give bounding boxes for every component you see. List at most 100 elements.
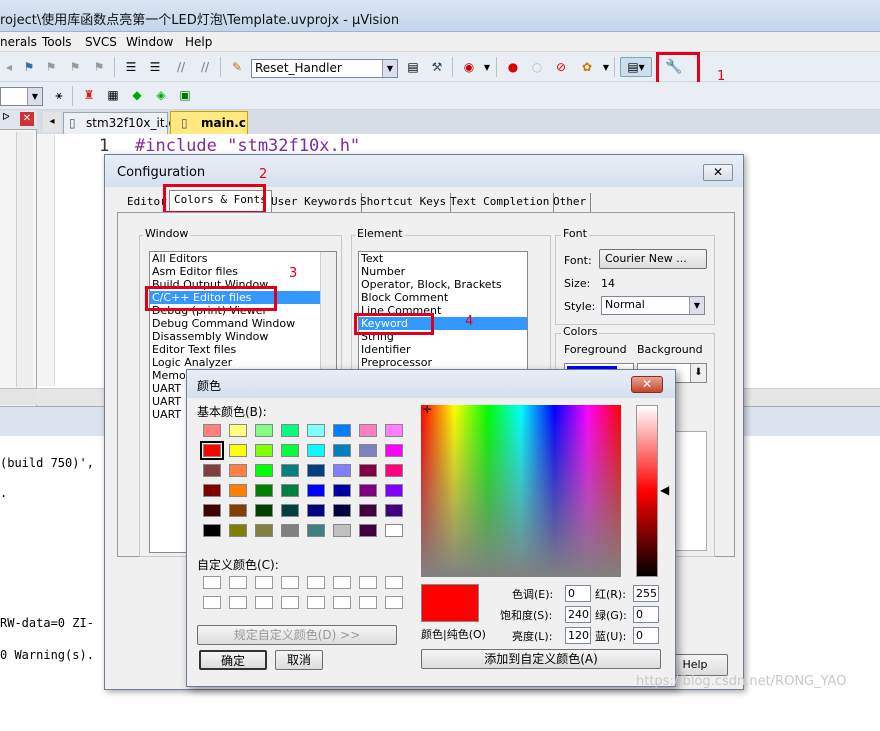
close-icon[interactable]: ✕ [631, 376, 663, 393]
luminance-input[interactable]: 120 [565, 627, 591, 644]
basic-color-swatch[interactable] [229, 504, 247, 517]
list-item[interactable]: All Editors [150, 252, 336, 265]
tab-shortcut-keys[interactable]: Shortcut Keys [356, 193, 452, 212]
list-item[interactable]: Disassembly Window [150, 330, 336, 343]
custom-color-swatch[interactable] [281, 576, 299, 589]
green-input[interactable]: 0 [633, 606, 659, 623]
red-input[interactable]: 255 [633, 585, 659, 602]
list-item[interactable]: Asm Editor files [150, 265, 336, 278]
list-item[interactable]: Number [359, 265, 527, 278]
luminance-pointer-icon[interactable]: ◀ [660, 483, 669, 497]
ok-button[interactable]: 确定 [199, 650, 267, 670]
bookmark-prev-icon[interactable]: ⚑ [42, 58, 60, 76]
custom-color-swatch[interactable] [359, 596, 377, 609]
project-scrollbar[interactable] [16, 132, 33, 387]
custom-color-swatch[interactable] [385, 596, 403, 609]
basic-color-swatch[interactable] [359, 484, 377, 497]
basic-color-swatch[interactable] [229, 464, 247, 477]
chevron-down-icon[interactable]: ⬇ [690, 364, 706, 382]
project-combo[interactable]: ▼ [0, 87, 43, 106]
menu-svcs[interactable]: SVCS [85, 35, 117, 49]
custom-color-swatch[interactable] [307, 576, 325, 589]
basic-color-swatch[interactable] [359, 464, 377, 477]
tab-other[interactable]: Other [549, 193, 592, 212]
basic-color-swatch[interactable] [385, 424, 403, 437]
select-pack-icon[interactable]: ◈ [152, 86, 170, 104]
basic-color-swatch[interactable] [281, 424, 299, 437]
basic-color-swatch[interactable] [307, 524, 325, 537]
basic-color-swatch[interactable] [281, 484, 299, 497]
batch-build-icon[interactable]: ⚹ [50, 86, 68, 104]
indent-icon[interactable]: ☰ [122, 58, 140, 76]
basic-color-swatch[interactable] [333, 424, 351, 437]
basic-color-swatch[interactable] [359, 424, 377, 437]
nav-back-icon[interactable]: ◂ [0, 58, 18, 76]
custom-color-swatch[interactable] [307, 596, 325, 609]
menu-window[interactable]: Window [126, 35, 173, 49]
tab-scroll-icon[interactable]: ◂ [43, 112, 61, 132]
hue-input[interactable]: 0 [565, 585, 591, 602]
basic-color-swatch[interactable] [229, 424, 247, 437]
list-item[interactable]: Text [359, 252, 527, 265]
chevron-down-icon[interactable]: ▼ [478, 58, 496, 76]
breakpoint-all-icon[interactable]: ✿ [578, 58, 596, 76]
color-spectrum[interactable] [421, 405, 621, 577]
basic-color-swatch[interactable] [333, 484, 351, 497]
incremental-find-icon[interactable]: ⚒ [428, 58, 446, 76]
close-icon[interactable]: ✕ [703, 164, 733, 181]
basic-color-swatch[interactable] [203, 464, 221, 477]
custom-color-swatch[interactable] [255, 596, 273, 609]
basic-color-swatch[interactable] [385, 504, 403, 517]
saturation-input[interactable]: 240 [565, 606, 591, 623]
code-line[interactable]: #include "stm32f10x.h" [135, 136, 360, 156]
bookmark-clear-icon[interactable]: ⚑ [90, 58, 108, 76]
chevron-down-icon[interactable]: ▼ [689, 297, 704, 314]
list-item[interactable]: Debug Command Window [150, 317, 336, 330]
basic-color-swatch[interactable] [255, 424, 273, 437]
style-select[interactable]: Normal ▼ [601, 296, 705, 315]
custom-color-swatch[interactable] [359, 576, 377, 589]
bookmark-next-icon[interactable]: ⚑ [66, 58, 84, 76]
add-to-custom-button[interactable]: 添加到自定义颜色(A) [421, 649, 661, 669]
custom-color-swatch[interactable] [203, 576, 221, 589]
uncomment-icon[interactable]: // [196, 58, 214, 76]
basic-color-swatch[interactable] [359, 504, 377, 517]
close-icon[interactable]: ✕ [20, 112, 34, 126]
menu-help[interactable]: Help [185, 35, 212, 49]
list-item[interactable]: Logic Analyzer [150, 356, 336, 369]
basic-color-swatch[interactable] [229, 484, 247, 497]
tab-stm32f10x-it[interactable]: ▯ stm32f10x_it.c [63, 112, 175, 134]
cancel-button[interactable]: 取消 [275, 650, 323, 670]
basic-color-swatch[interactable] [307, 464, 325, 477]
manage-project-icon[interactable]: ♜ [80, 86, 98, 104]
basic-color-swatch[interactable] [307, 424, 325, 437]
luminance-slider[interactable] [636, 405, 658, 577]
basic-color-swatch[interactable] [281, 464, 299, 477]
basic-color-swatch[interactable] [203, 524, 221, 537]
basic-color-swatch[interactable] [255, 464, 273, 477]
run-time-env-icon[interactable]: ▣ [176, 86, 194, 104]
basic-color-swatch[interactable] [229, 524, 247, 537]
custom-color-swatch[interactable] [255, 576, 273, 589]
basic-color-swatch[interactable] [359, 524, 377, 537]
basic-color-swatch[interactable] [281, 524, 299, 537]
window-layout-icon[interactable]: ▤▾ [620, 57, 652, 77]
basic-color-swatch[interactable] [255, 524, 273, 537]
basic-color-swatch[interactable] [255, 484, 273, 497]
solid-color-label[interactable]: 颜色|纯色(O) [421, 626, 486, 642]
blue-input[interactable]: 0 [633, 627, 659, 644]
tab-user-keywords[interactable]: User Keywords [267, 193, 363, 212]
options-icon[interactable]: ▦ [104, 86, 122, 104]
basic-color-swatch[interactable] [200, 441, 224, 460]
basic-color-swatch[interactable] [255, 444, 273, 457]
chevron-down-icon[interactable]: ▼ [382, 60, 397, 77]
custom-color-swatch[interactable] [385, 576, 403, 589]
pin-icon[interactable]: ᐅ [2, 112, 10, 123]
basic-color-swatch[interactable] [333, 464, 351, 477]
basic-color-swatch[interactable] [385, 524, 403, 537]
custom-color-swatch[interactable] [333, 596, 351, 609]
chevron-down-icon[interactable]: ▼ [597, 58, 615, 76]
debug-icon[interactable]: ◉ [460, 58, 478, 76]
pack-installer-icon[interactable]: ◆ [128, 86, 146, 104]
tab-text-completion[interactable]: Text Completion [446, 193, 555, 212]
